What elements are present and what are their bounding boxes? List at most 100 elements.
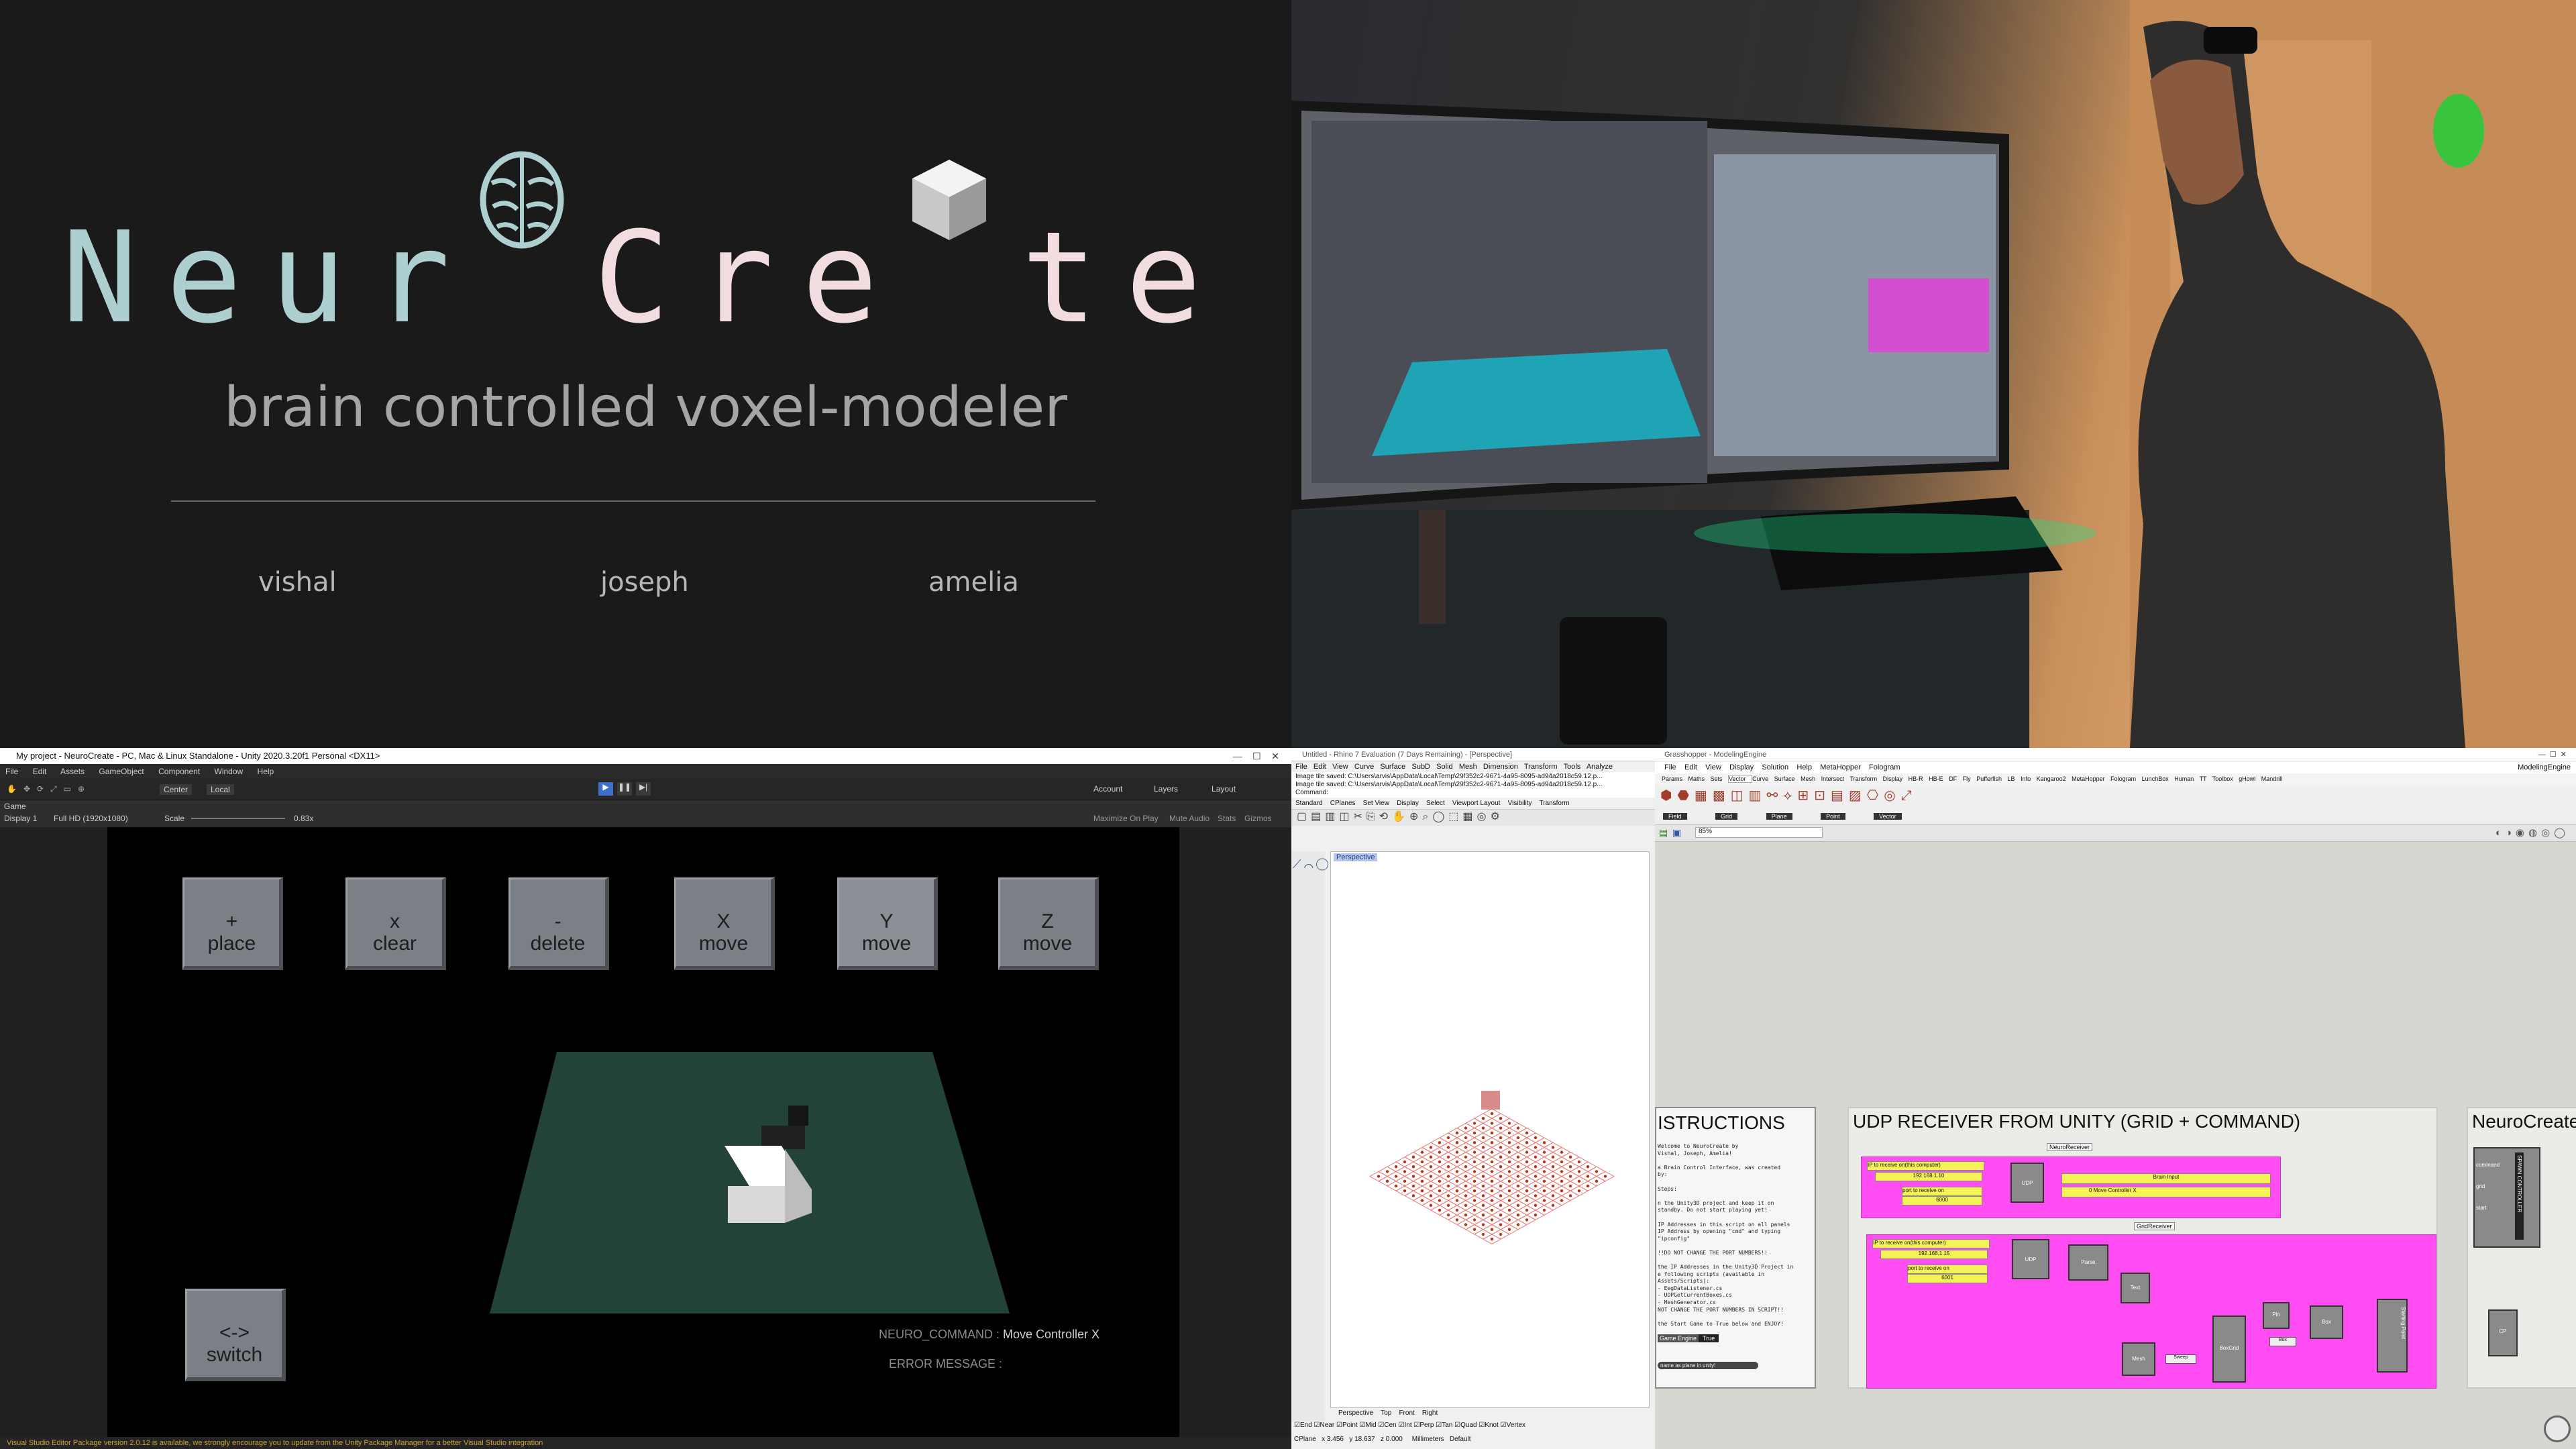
menu-solution[interactable]: Solution — [1762, 763, 1788, 771]
view-tab-front[interactable]: Front — [1399, 1409, 1414, 1417]
tab-display[interactable]: Display — [1397, 800, 1419, 807]
menu-edit[interactable]: Edit — [1313, 763, 1326, 771]
neuro-receiver-cluster[interactable]: IP to receive on(this computer) 192.168.… — [1861, 1157, 2281, 1218]
plane-name-panel[interactable]: name as plane in unity! — [1658, 1362, 1758, 1369]
gh-tab[interactable]: LunchBox — [2142, 775, 2175, 782]
view-tab-top[interactable]: Top — [1381, 1409, 1391, 1417]
tab-select[interactable]: Select — [1426, 800, 1445, 807]
pause-button[interactable]: ❚❚ — [617, 782, 632, 796]
menu-view[interactable]: View — [1332, 763, 1348, 771]
neurocreate-group[interactable]: NeuroCreate command grid start SPAWN CON… — [2467, 1107, 2576, 1389]
console-status-bar[interactable]: Visual Studio Editor Package version 2.0… — [0, 1437, 1291, 1449]
scale-slider[interactable] — [191, 818, 285, 819]
mute-audio[interactable]: Mute Audio — [1169, 814, 1210, 823]
switch-button[interactable]: <-> switch — [185, 1289, 286, 1381]
gh-tab[interactable]: HB-R — [1909, 775, 1929, 782]
move-x-button[interactable]: Xmove — [674, 877, 775, 970]
move-y-button[interactable]: Ymove — [837, 877, 938, 970]
menu-component[interactable]: Component — [158, 767, 200, 776]
window-controls[interactable]: — ☐ ✕ — [1233, 748, 1279, 764]
menu-assets[interactable]: Assets — [60, 767, 85, 776]
gh-tab[interactable]: Human — [2174, 775, 2199, 782]
menu-analyze[interactable]: Analyze — [1587, 763, 1613, 771]
tab-standard[interactable]: Standard — [1295, 800, 1323, 807]
menu-help[interactable]: Help — [1796, 763, 1812, 771]
gh-tab[interactable]: Info — [2021, 775, 2037, 782]
menu-edit[interactable]: Edit — [1684, 763, 1697, 771]
layers-dropdown[interactable]: Layers — [1154, 784, 1178, 794]
boolean-toggle[interactable]: Game Engine True — [1658, 1334, 1719, 1342]
account-dropdown[interactable]: Account — [1093, 784, 1122, 794]
grid-receiver-cluster[interactable]: IP to receive on(this computer) 192.168.… — [1866, 1234, 2436, 1389]
gh-tab[interactable]: Intersect — [1821, 775, 1850, 782]
step-button[interactable]: ▶| — [636, 782, 651, 796]
canvas-display-icons[interactable]: ◐◑◉◍◎◯ — [2496, 826, 2569, 839]
layer-dropdown[interactable]: Default — [1450, 1436, 1471, 1443]
tab-transform[interactable]: Transform — [1539, 800, 1569, 807]
udp-component[interactable]: UDP — [2010, 1163, 2044, 1203]
gh-tab[interactable]: Curve — [1752, 775, 1774, 782]
layout-dropdown[interactable]: Layout — [1212, 784, 1236, 794]
gh-tab[interactable]: Mandrill — [2261, 775, 2283, 782]
gh-tab[interactable]: gHowl — [2239, 775, 2261, 782]
menu-transform[interactable]: Transform — [1524, 763, 1558, 771]
gh-tab[interactable]: HB-E — [1929, 775, 1949, 782]
gh-tab[interactable]: DF — [1949, 775, 1963, 782]
resolution-dropdown[interactable]: Full HD (1920x1080) — [54, 814, 128, 823]
menu-view[interactable]: View — [1705, 763, 1721, 771]
gh-tab[interactable]: LB — [2008, 775, 2021, 782]
pivot-center-toggle[interactable]: Center — [160, 784, 193, 795]
stats-toggle[interactable]: Stats — [1218, 814, 1236, 823]
gh-tab[interactable]: Fly — [1963, 775, 1977, 782]
gh-tab[interactable]: Kangaroo2 — [2037, 775, 2072, 782]
gh-tab[interactable]: Transform — [1849, 775, 1882, 782]
tab-cplanes[interactable]: CPlanes — [1330, 800, 1356, 807]
save-icon[interactable]: ▣ — [1672, 827, 1681, 839]
gh-tab[interactable]: Surface — [1774, 775, 1801, 782]
menu-file[interactable]: File — [5, 767, 18, 776]
gh-tab[interactable]: Vector — [1728, 775, 1753, 783]
window-controls[interactable]: — ☐ ✕ — [2538, 748, 2567, 761]
instructions-group[interactable]: ISTRUCTIONS Welcome to NeuroCreate by Vis… — [1655, 1107, 1816, 1389]
delete-button[interactable]: - delete — [508, 877, 609, 970]
ribbon-icons[interactable]: ⬢⬣▦▩◫▥⚯⟡⊞⊡▤▨⎔◎⤢ — [1660, 787, 1917, 804]
maximize-on-play[interactable]: Maximize On Play — [1093, 814, 1159, 823]
menu-file[interactable]: File — [1295, 763, 1307, 771]
clear-button[interactable]: x clear — [345, 877, 446, 970]
pivot-local-toggle[interactable]: Local — [207, 784, 234, 795]
menu-solid[interactable]: Solid — [1436, 763, 1452, 771]
menu-curve[interactable]: Curve — [1354, 763, 1374, 771]
menu-window[interactable]: Window — [215, 767, 244, 776]
command-prompt[interactable]: Command: — [1295, 789, 1651, 797]
gh-tab[interactable]: Pufferfish — [1976, 775, 2007, 782]
view-tab-perspective[interactable]: Perspective — [1338, 1409, 1373, 1417]
cp-component[interactable]: CP — [2488, 1309, 2518, 1356]
zoom-dropdown[interactable]: 85% — [1695, 827, 1823, 838]
udp-receiver-group[interactable]: UDP RECEIVER FROM UNITY (GRID + COMMAND)… — [1847, 1107, 2438, 1389]
standard-toolbar-icons[interactable]: ▢▤▥◫✂⎘⟲✋⊕⌕◯⬚▦◎⚙ — [1291, 810, 1655, 826]
game-viewport[interactable]: + place x clear - delete Xmove Ymove Zmove … — [107, 827, 1179, 1439]
gh-tab[interactable]: TT Toolbox — [2200, 775, 2239, 782]
tab-visibility[interactable]: Visibility — [1508, 800, 1532, 807]
menu-file[interactable]: File — [1664, 763, 1676, 771]
mesh-component[interactable]: Mesh — [2122, 1342, 2155, 1376]
view-tab-right[interactable]: Right — [1422, 1409, 1438, 1417]
menu-dimension[interactable]: Dimension — [1483, 763, 1518, 771]
gh-tab[interactable]: Display — [1883, 775, 1909, 782]
udp-component[interactable]: UDP — [2012, 1239, 2049, 1279]
gh-tab[interactable]: MetaHopper — [2072, 775, 2110, 782]
play-button[interactable]: ▶ — [598, 782, 613, 796]
canvas-navigator-icon[interactable] — [2544, 1415, 2571, 1442]
menu-gameobject[interactable]: GameObject — [99, 767, 144, 776]
menu-subd[interactable]: SubD — [1411, 763, 1430, 771]
menu-surface[interactable]: Surface — [1380, 763, 1405, 771]
transform-tools[interactable]: ✋✥⟳⤢▭⊕ — [7, 784, 91, 794]
menu-edit[interactable]: Edit — [33, 767, 47, 776]
parse-component[interactable]: Parse — [2068, 1244, 2108, 1281]
tab-viewport-layout[interactable]: Viewport Layout — [1452, 800, 1501, 807]
tab-game[interactable]: Game — [4, 802, 26, 811]
gh-tab[interactable]: Params — [1662, 775, 1688, 782]
left-tool-palette[interactable]: ⟋⌒◯▭⬡⌓⊿◠⟟⊡◰▣⌬⬢⚲⟡◌✥⧉⊞⎔◭⊗⬣⤡◇⟀ — [1291, 851, 1603, 1421]
box-grid-component[interactable]: BoxGrid — [2212, 1316, 2246, 1383]
tab-set-view[interactable]: Set View — [1363, 800, 1389, 807]
